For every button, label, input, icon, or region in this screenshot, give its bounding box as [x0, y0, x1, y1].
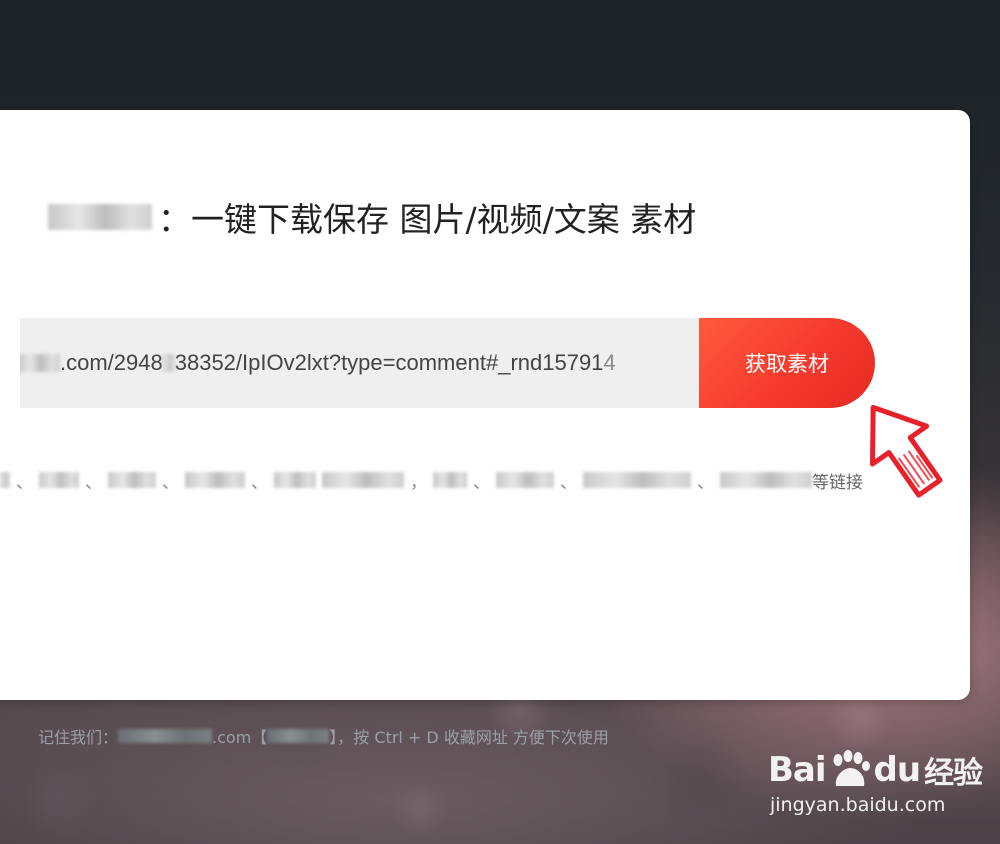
redacted-site: [0, 472, 10, 488]
redacted-site: [583, 472, 691, 488]
page-title-text: ：一键下载保存 图片/视频/文案 素材: [158, 200, 697, 239]
baidu-logo: Bai du 经验: [768, 748, 983, 792]
redacted-id-digit: [162, 354, 175, 372]
site-separator: 、: [251, 472, 268, 493]
site-separator: 、: [162, 472, 179, 493]
baidu-jingyan-watermark: Bai du 经验 jingyan.baidu.com: [768, 740, 988, 830]
site-separator: 、: [16, 472, 33, 493]
redacted-site: [496, 472, 554, 488]
site-separator: 、: [560, 472, 577, 493]
url-input-value-tail: 4: [603, 350, 616, 375]
redacted-domain: [118, 729, 213, 743]
footer-domain-suffix: .com【: [212, 728, 268, 747]
supported-sites-line: 、 、 、 、 ， 、 、 、 等链接: [0, 466, 863, 494]
watermark-brand-left: Bai: [768, 750, 827, 790]
watermark-url: jingyan.baidu.com: [770, 794, 946, 816]
redacted-site: [720, 472, 812, 488]
site-separator: 、: [473, 472, 490, 493]
footer-prefix: 记住我们：: [38, 728, 119, 747]
watermark-brand-right: du: [873, 750, 922, 790]
watermark-brand-cn: 经验: [924, 756, 983, 791]
url-input-container[interactable]: .com/2948 38352/IpIOv2lxt?type=comment#_…: [20, 318, 700, 408]
footer-bookmark-text: 】，按 Ctrl + D 收藏网址 方便下次使用: [329, 728, 609, 747]
redacted-domain: [20, 354, 60, 372]
redacted-site: [322, 472, 404, 488]
page-title: ：一键下载保存 图片/视频/文案 素材: [48, 192, 696, 242]
url-input-value-1: .com/2948: [60, 350, 163, 375]
redacted-site-name: [48, 204, 152, 230]
redacted-site: [108, 472, 156, 488]
site-comma: ，: [410, 472, 427, 493]
url-input[interactable]: .com/2948 38352/IpIOv2lxt?type=comment#_…: [20, 350, 688, 376]
paw-icon: [833, 750, 870, 786]
pointer-arrow-icon: [870, 404, 943, 498]
site-separator: 、: [697, 472, 714, 493]
site-separator: 、: [85, 472, 102, 493]
footer-bookmark-hint: 记住我们： .com【 】，按 Ctrl + D 收藏网址 方便下次使用: [38, 722, 609, 750]
url-input-value-2: 38352/IpIOv2lxt?type=comment#_rnd15791: [174, 350, 604, 375]
redacted-site: [433, 472, 467, 488]
redacted-site: [39, 472, 79, 488]
redacted-site: [185, 472, 245, 488]
redacted-site: [274, 472, 316, 488]
redacted-site-name: [267, 729, 330, 743]
